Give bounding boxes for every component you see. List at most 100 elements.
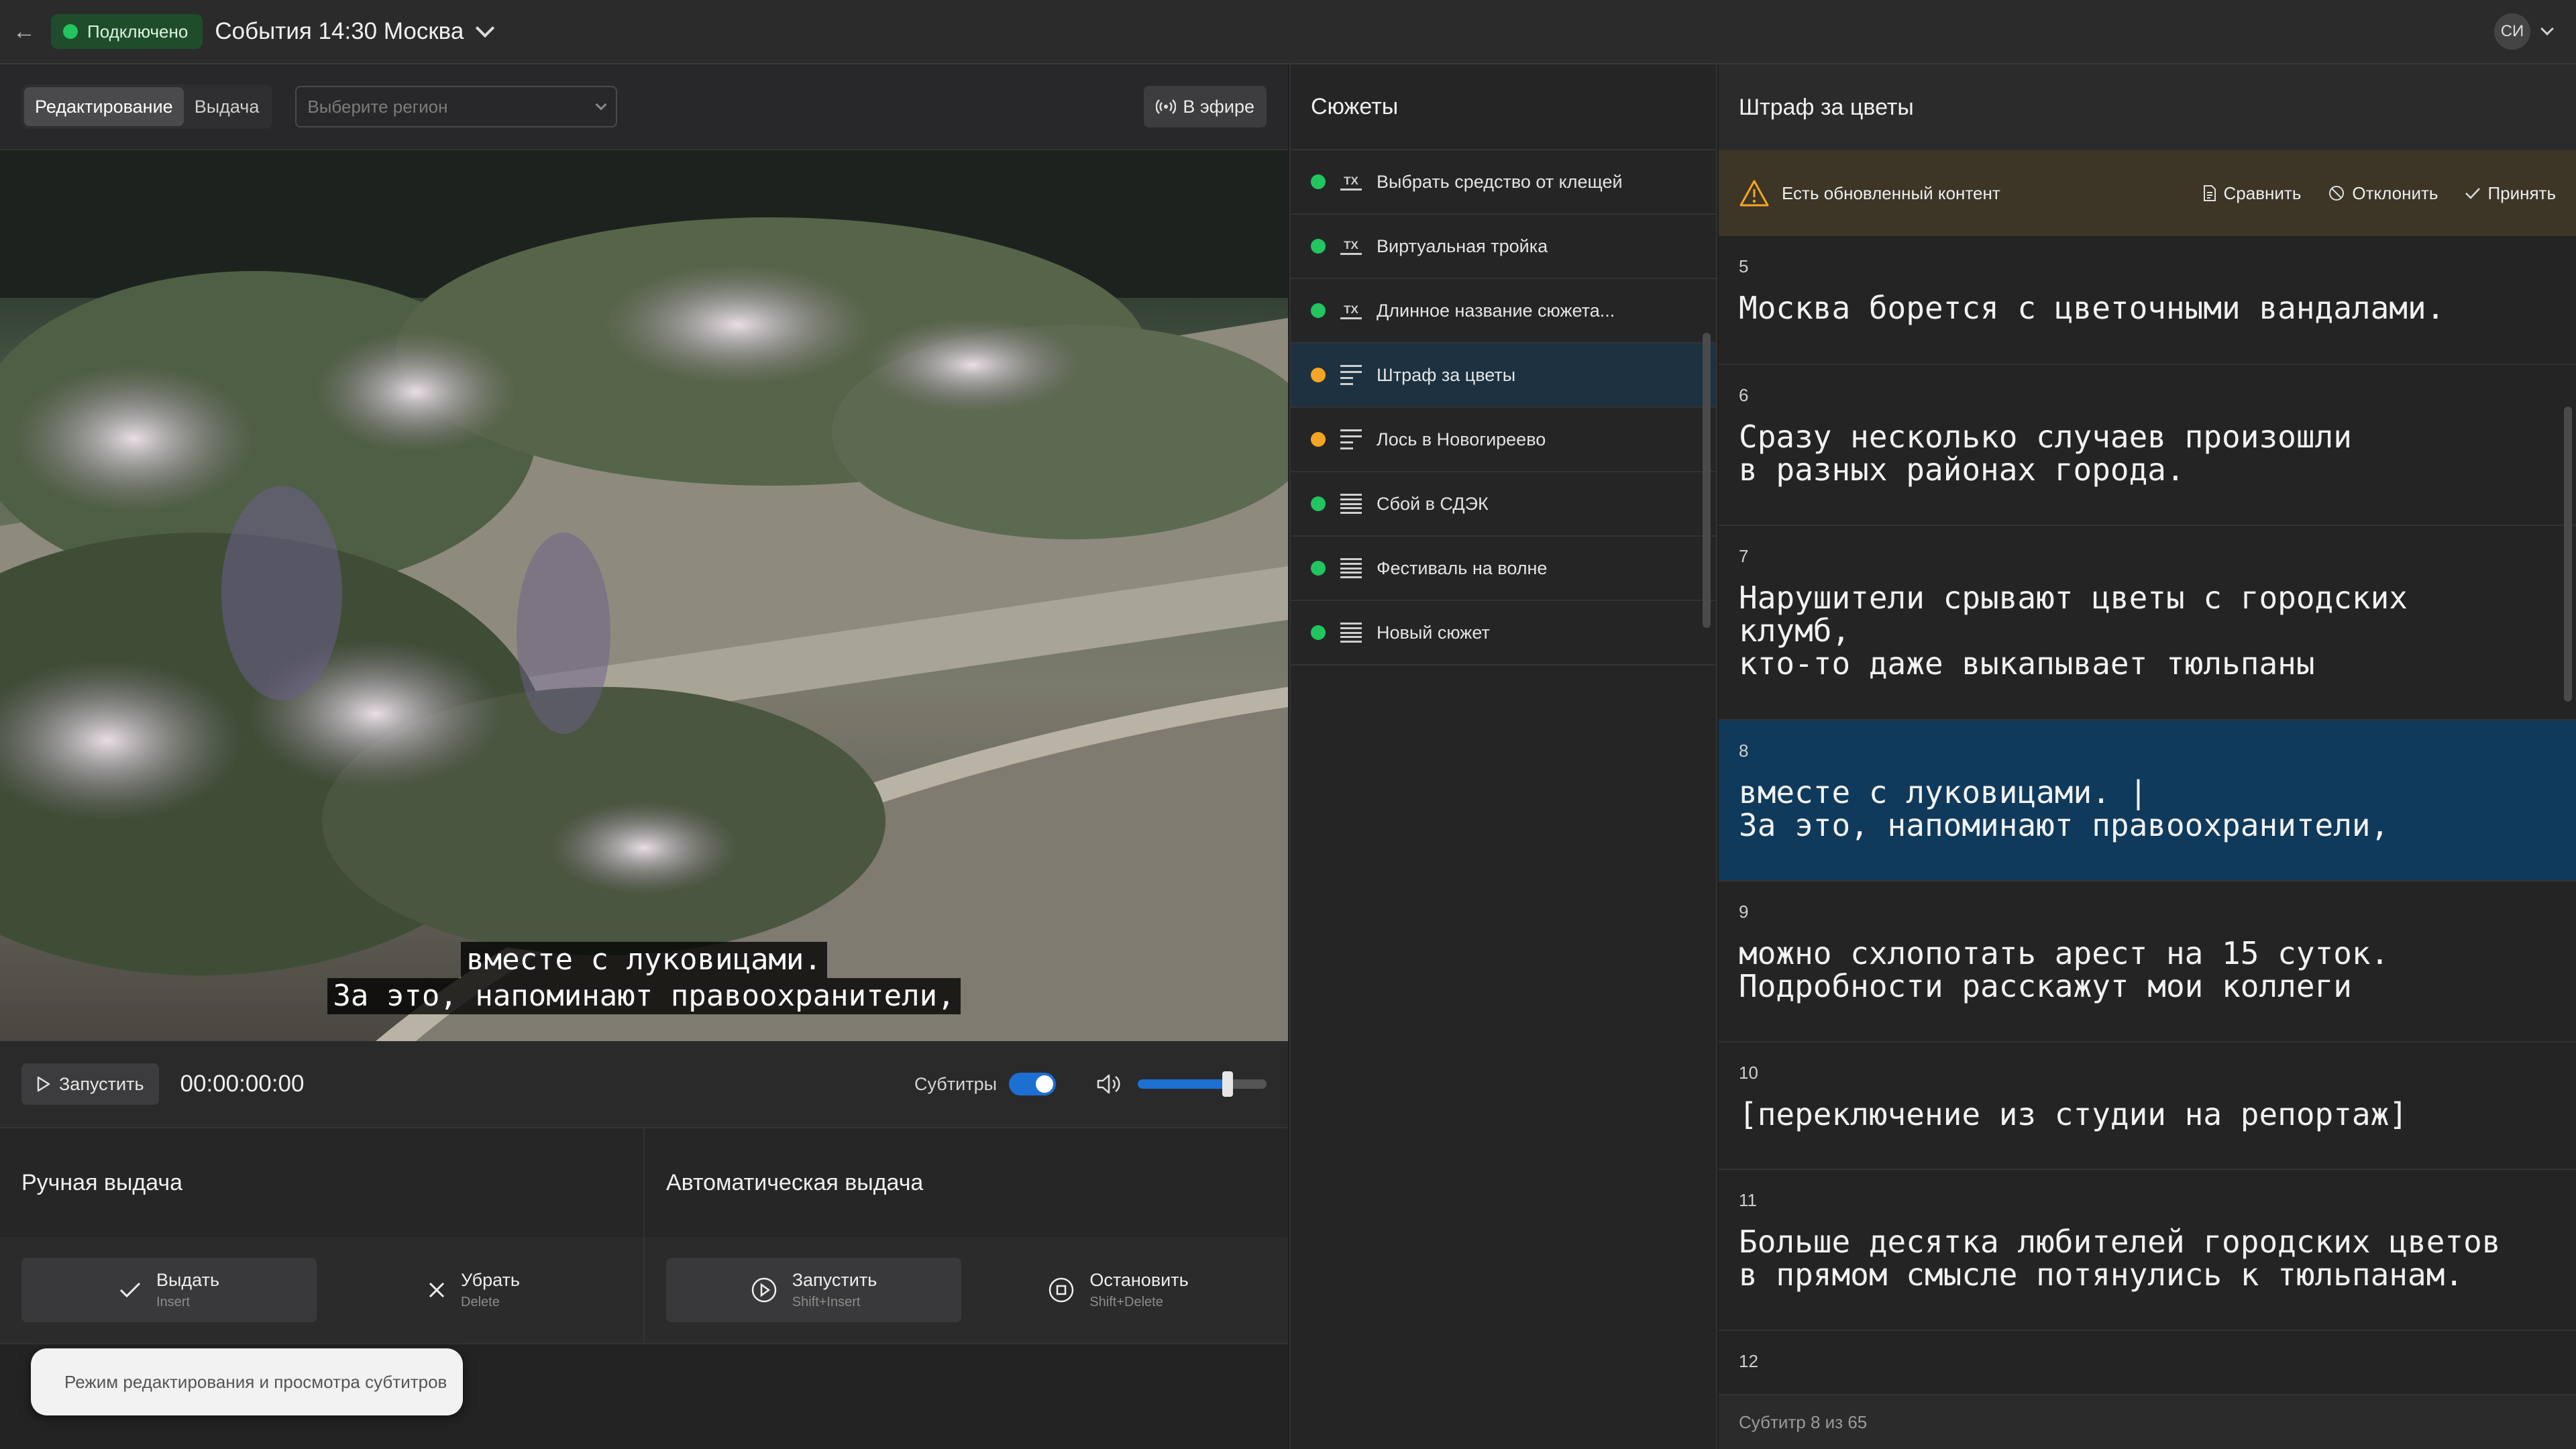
story-item[interactable]: Сбой в СДЭК	[1291, 472, 1716, 537]
subtitle-text-line[interactable]: в прямом смысле потянулись к тюльпанам.	[1739, 1258, 2556, 1291]
mode-switch: Редактирование Выдача	[21, 85, 273, 129]
subtitle-text-line[interactable]: клумб,	[1739, 614, 2556, 647]
stories-title: Сюжеты	[1291, 64, 1716, 150]
story-item-label: Виртуальная тройка	[1377, 235, 1548, 256]
auto-stop-label: Остановить	[1089, 1270, 1189, 1290]
story-item[interactable]: Фестиваль на волне	[1291, 537, 1716, 601]
story-item[interactable]: Лось в Новогиреево	[1291, 408, 1716, 472]
stories-scrollbar[interactable]	[1703, 333, 1711, 628]
story-item-label: Фестиваль на волне	[1377, 557, 1548, 578]
subtitle-block[interactable]: 5 Москва борется с цветочными вандалами.	[1719, 236, 2576, 365]
story-item[interactable]: Новый сюжет	[1291, 601, 1716, 665]
top-bar: ← Подключено События 14:30 Москва СИ	[0, 0, 2576, 64]
subtitle-block[interactable]: 8 вместе с луковицами. | За это, напоминаю…	[1719, 720, 2576, 881]
warning-icon	[1739, 180, 1769, 207]
region-placeholder: Выберите регион	[307, 96, 448, 117]
compare-button[interactable]: Сравнить	[2202, 183, 2301, 204]
subtitle-text-line[interactable]: кто-то даже выкапывает тюльпаны	[1739, 647, 2556, 680]
subtitle-text-line[interactable]: вместе с луковицами. |	[1739, 776, 2556, 809]
subtitle-text-line[interactable]: Больше десятка любителей городских цвето…	[1739, 1226, 2556, 1258]
reject-label: Отклонить	[2352, 182, 2438, 203]
timecode: 00:00:00:00	[180, 1071, 305, 1097]
broadcast-title[interactable]: События 14:30 Москва	[215, 18, 464, 45]
status-dot-icon	[1311, 239, 1326, 254]
auto-stop-shortcut: Shift+Delete	[1089, 1295, 1163, 1309]
subtitle-text-line[interactable]: Сразу несколько случаев произошли	[1739, 421, 2556, 453]
region-select[interactable]: Выберите регион	[295, 86, 618, 127]
story-item[interactable]: TX Длинное название сюжета...	[1291, 279, 1716, 343]
subtitle-block[interactable]: 9 можно схлопотать арест на 15 суток. Подр…	[1719, 881, 2576, 1042]
issue-label: Выдать	[156, 1270, 220, 1290]
manual-output-title: Ручная выдача	[0, 1128, 643, 1237]
story-item[interactable]: TX Выбрать средство от клещей	[1291, 150, 1716, 215]
issue-button[interactable]: Выдать Insert	[21, 1258, 317, 1322]
subtitle-number: 9	[1739, 902, 1749, 922]
avatar[interactable]: СИ	[2494, 13, 2530, 50]
status-dot-icon	[1311, 561, 1326, 576]
subtitle-text-line[interactable]: Москва борется с цветочными вандалами.	[1739, 292, 2556, 325]
on-air-button[interactable]: В эфире	[1144, 86, 1267, 127]
auto-start-shortcut: Shift+Insert	[792, 1295, 861, 1309]
chevron-down-icon	[595, 99, 607, 111]
editor-scrollbar[interactable]	[2564, 407, 2572, 702]
status-dot-icon	[1311, 496, 1326, 511]
auto-start-button[interactable]: Запустить Shift+Insert	[666, 1258, 961, 1322]
user-menu[interactable]: СИ	[2494, 13, 2554, 50]
story-item-label: Сбой в СДЭК	[1377, 493, 1489, 514]
story-item-label: Штраф за цветы	[1377, 364, 1516, 385]
subtitle-text-line[interactable]: За это, напоминают правоохранители,	[1739, 809, 2556, 842]
volume-icon[interactable]	[1096, 1073, 1123, 1095]
video-subtitle-line: вместе с луковицами.	[461, 942, 827, 978]
volume-control	[1096, 1071, 1267, 1097]
auto-stop-button[interactable]: Остановить Shift+Delete	[971, 1258, 1266, 1322]
subtitle-block[interactable]: 7 Нарушители срывают цветы с городских клу…	[1719, 526, 2576, 720]
output-panels: Ручная выдача Выдать Insert Убрать Delete …	[0, 1128, 1288, 1344]
reject-button[interactable]: Отклонить	[2328, 183, 2438, 204]
play-icon	[37, 1076, 50, 1092]
story-item[interactable]: Штраф за цветы	[1291, 343, 1716, 408]
accept-button[interactable]: Принять	[2465, 183, 2556, 204]
story-item-label: Длинное название сюжета...	[1377, 300, 1615, 321]
subtitle-text-line[interactable]: в разных районах города.	[1739, 453, 2556, 486]
status-dot-icon	[1311, 625, 1326, 640]
subtitle-block[interactable]: 11 Больше десятка любителей городских цве…	[1719, 1170, 2576, 1331]
remove-button[interactable]: Убрать Delete	[326, 1258, 621, 1322]
subtitle-number: 7	[1739, 546, 1749, 566]
subtitle-text-line[interactable]: можно схлопотать арест на 15 суток.	[1739, 937, 2556, 970]
document-icon	[2203, 185, 2216, 201]
subtitle-text-line[interactable]: [переключение из студии на репортаж]	[1739, 1098, 2556, 1131]
auto-start-label: Запустить	[792, 1270, 877, 1290]
connection-status-label: Подключено	[87, 21, 189, 42]
subtitle-block[interactable]: 10 [переключение из студии на репортаж]	[1719, 1042, 2576, 1170]
tab-editing[interactable]: Редактирование	[24, 87, 184, 126]
subtitle-number: 12	[1739, 1351, 1758, 1371]
accept-label: Принять	[2487, 182, 2556, 203]
video-preview[interactable]: вместе с луковицами. За это, напоминают …	[0, 150, 1288, 1041]
auto-output-panel: Автоматическая выдача Запустить Shift+Ins…	[643, 1128, 1288, 1343]
story-item[interactable]: TX Виртуальная тройка	[1291, 215, 1716, 279]
chevron-down-icon[interactable]	[476, 18, 495, 38]
subtitle-counter: Субтитр 8 из 65	[1719, 1394, 2576, 1449]
play-circle-icon	[751, 1277, 776, 1303]
flower-bed-image	[0, 150, 1288, 1041]
tx-icon: TX	[1340, 303, 1362, 319]
chevron-down-icon[interactable]	[2540, 22, 2554, 36]
subtitle-text-line[interactable]: Нарушители срывают цветы с городских	[1739, 582, 2556, 614]
volume-slider-handle[interactable]	[1222, 1071, 1234, 1097]
preview-toolbar: Редактирование Выдача Выберите регион В …	[0, 64, 1288, 150]
volume-slider[interactable]	[1138, 1071, 1267, 1097]
text-lines-icon	[1340, 494, 1362, 514]
story-item-label: Лось в Новогиреево	[1377, 429, 1546, 449]
block-icon	[2329, 186, 2345, 201]
subtitle-block[interactable]: 6 Сразу несколько случаев произошли в разн…	[1719, 365, 2576, 526]
subtitle-number: 8	[1739, 741, 1749, 761]
back-arrow-icon[interactable]: ←	[12, 19, 36, 45]
tab-output[interactable]: Выдача	[184, 87, 270, 126]
subtitles-toggle[interactable]	[1009, 1073, 1056, 1095]
stories-list: TX Выбрать средство от клещей TX Виртуальна…	[1291, 150, 1716, 665]
stop-circle-icon	[1049, 1277, 1074, 1303]
status-dot-icon	[1311, 303, 1326, 318]
play-button[interactable]: Запустить	[21, 1063, 159, 1105]
subtitle-text-line[interactable]: Подробности расскажут мои коллеги	[1739, 970, 2556, 1003]
mode-toast: Режим редактирования и просмотра субтитр…	[31, 1348, 463, 1415]
